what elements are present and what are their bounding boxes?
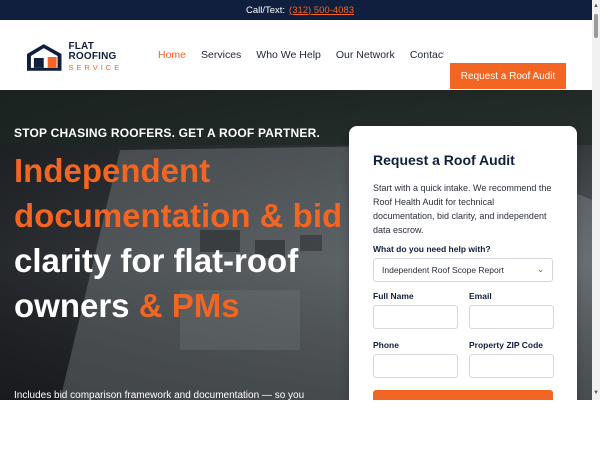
full-name-label: Full Name <box>373 291 414 301</box>
form-description: Start with a quick intake. We recommend … <box>373 183 552 235</box>
hero-headline: Independent documentation & bid clarity … <box>14 148 344 328</box>
nav-who-we-help[interactable]: Who We Help <box>256 49 321 61</box>
hero-subtext: Includes bid comparison framework and do… <box>14 390 305 400</box>
scroll-down-icon[interactable]: ▼ <box>593 390 599 396</box>
audit-request-form: Request a Roof Audit Start with a quick … <box>349 126 577 416</box>
nav-our-network[interactable]: Our Network <box>336 49 395 61</box>
form-title: Request a Roof Audit <box>373 152 515 168</box>
logo-name: FLAT ROOFING <box>68 41 117 63</box>
nav-contact[interactable]: Contact <box>410 49 444 61</box>
chevron-down-icon: ⌄ <box>537 265 544 274</box>
logo-tagline: SERVICE <box>68 63 123 73</box>
submit-button[interactable] <box>373 390 553 400</box>
request-audit-button[interactable]: Request a Roof Audit <box>450 63 566 89</box>
scroll-up-icon[interactable]: ▲ <box>593 3 599 9</box>
phone-label: Phone <box>373 340 399 350</box>
building-logo-icon <box>26 44 62 71</box>
main-nav: Home Services Who We Help Our Network Co… <box>158 20 444 90</box>
phone-field[interactable] <box>373 354 458 378</box>
call-text-label: Call/Text: <box>245 4 286 16</box>
headline-part-1: Independent documentation & <box>14 152 284 234</box>
help-select[interactable]: Independent Roof Scope Report ⌄ <box>373 258 553 282</box>
zip-field[interactable] <box>469 354 554 378</box>
nav-home[interactable]: Home <box>158 49 186 61</box>
page-below-fold <box>0 400 600 450</box>
nav-services[interactable]: Services <box>201 49 241 61</box>
site-logo[interactable]: FLAT ROOFING SERVICE <box>26 42 144 72</box>
email-field[interactable] <box>469 305 554 329</box>
scrollbar-track[interactable] <box>592 0 600 400</box>
headline-part-2: bid <box>292 197 343 234</box>
zip-label: Property ZIP Code <box>469 340 543 350</box>
headline-part-4: & PMs <box>138 287 240 324</box>
phone-link[interactable]: (312) 500-4083 <box>289 5 354 16</box>
help-select-value: Independent Roof Scope Report <box>382 265 504 275</box>
full-name-field[interactable] <box>373 305 458 329</box>
help-question-label: What do you need help with? <box>373 244 491 254</box>
scrollbar-thumb[interactable] <box>594 14 598 38</box>
site-header: FLAT ROOFING SERVICE Home Services Who W… <box>0 20 600 90</box>
email-label: Email <box>469 291 492 301</box>
hero-kicker: STOP CHASING ROOFERS. GET A ROOF PARTNER… <box>14 126 321 140</box>
top-contact-bar: Call/Text: (312) 500-4083 <box>0 0 600 20</box>
